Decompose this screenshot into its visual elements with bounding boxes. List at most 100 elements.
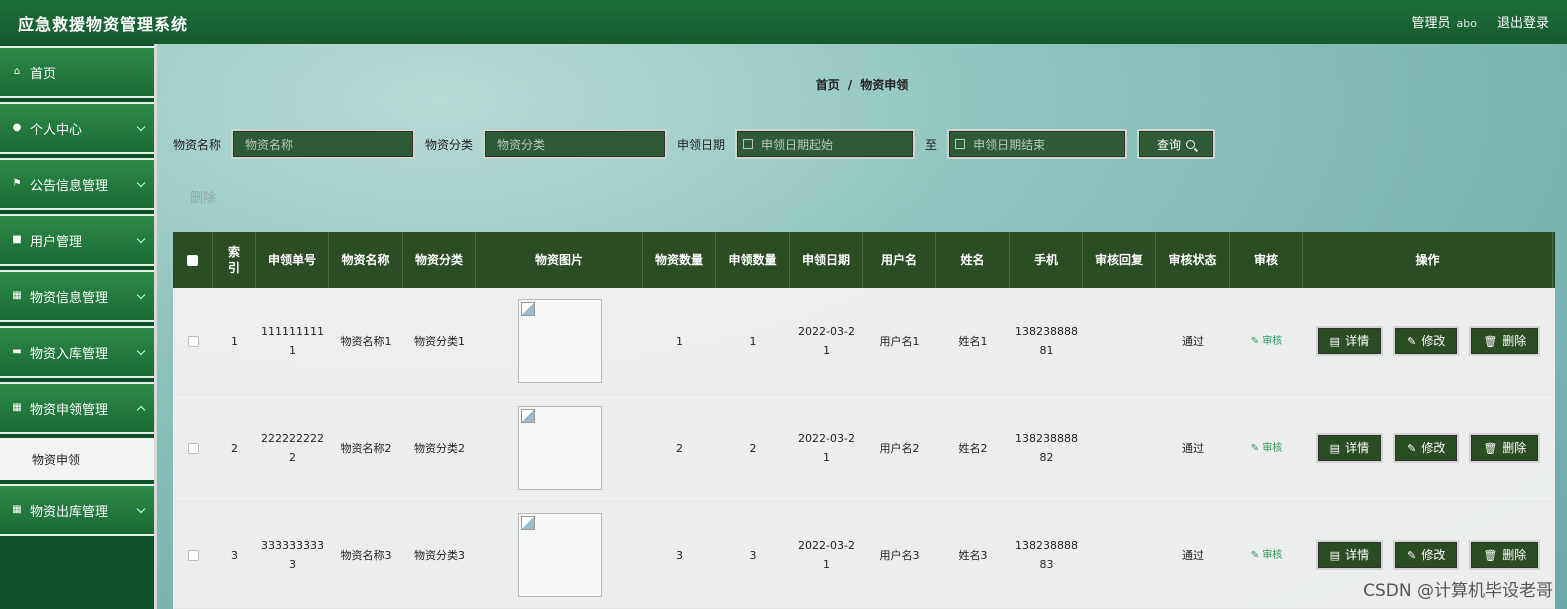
cell-realname: 姓名2 bbox=[958, 441, 988, 455]
cell-phone-1: 138238888 bbox=[1015, 325, 1078, 338]
cell-username: 用户名1 bbox=[879, 334, 920, 348]
detail-button[interactable]: ▤ 详情 bbox=[1315, 540, 1384, 570]
sidebar-item-personal-center[interactable]: ● 个人中心 bbox=[0, 102, 154, 154]
sidebar-item-material-info[interactable]: ▦ 物资信息管理 bbox=[0, 270, 154, 322]
cell-image bbox=[476, 288, 643, 394]
sidebar-item-announcements[interactable]: ⚑ 公告信息管理 bbox=[0, 158, 154, 210]
delete-button[interactable]: 🗑 删除 bbox=[1469, 540, 1541, 570]
pencil-icon: ✎ bbox=[1250, 442, 1263, 454]
delete-label: 删除 bbox=[1502, 440, 1527, 455]
header-index-1: 索 bbox=[227, 245, 240, 259]
pencil-icon: ✎ bbox=[1407, 334, 1417, 348]
detail-label: 详情 bbox=[1345, 547, 1370, 562]
cell-audit: ✎ 审核 bbox=[1230, 288, 1303, 394]
cell-order-no: 333333333 3 bbox=[256, 502, 329, 608]
audit-link[interactable]: ✎ 审核 bbox=[1251, 546, 1283, 565]
delete-button[interactable]: 🗑 删除 bbox=[1469, 433, 1541, 463]
cell-quantity: 1 bbox=[676, 334, 683, 348]
query-button[interactable]: 查询 bbox=[1137, 129, 1216, 159]
cell-category: 物资分类1 bbox=[414, 334, 465, 348]
sidebar-item-label: 物资入库管理 bbox=[30, 346, 109, 362]
cell-req-quantity: 1 bbox=[749, 334, 757, 348]
cell-realname: 姓名3 bbox=[958, 548, 988, 562]
sidebar-item-label: 用户管理 bbox=[30, 234, 83, 250]
pencil-icon: ✎ bbox=[1407, 441, 1417, 455]
category-input[interactable]: 物资分类 bbox=[483, 129, 668, 159]
cell-quantity: 2 bbox=[676, 441, 683, 455]
cell-date: 2022-03-2 1 bbox=[790, 502, 863, 608]
cell-index: 3 bbox=[231, 548, 238, 562]
checkbox[interactable] bbox=[187, 254, 198, 266]
delete-button[interactable]: 🗑 删除 bbox=[1469, 326, 1541, 356]
row-select[interactable] bbox=[173, 288, 213, 394]
cell-username: 用户名2 bbox=[879, 441, 920, 455]
date-start-input[interactable]: 申领日期起始 bbox=[735, 129, 916, 159]
sidebar-item-requisition[interactable]: ▦ 物资申领管理 bbox=[0, 382, 154, 434]
sidebar-item-label: 物资信息管理 bbox=[30, 290, 109, 306]
pencil-icon: ✎ bbox=[1250, 335, 1263, 347]
date-end-input[interactable]: 申领日期结束 bbox=[947, 129, 1128, 159]
sidebar-item-stock-in[interactable]: ▬ 物资入库管理 bbox=[0, 326, 154, 378]
calendar-icon bbox=[743, 139, 754, 149]
search-form: 物资名称 物资名称 物资分类 物资分类 申领日期 申领日期起始 至 申领日期结束… bbox=[173, 129, 1216, 159]
row-select[interactable] bbox=[173, 395, 213, 501]
sidebar-item-label: 物资申领管理 bbox=[30, 402, 109, 418]
name-input[interactable]: 物资名称 bbox=[231, 129, 416, 159]
cell-phone-1: 138238888 bbox=[1015, 539, 1078, 552]
audit-link[interactable]: ✎ 审核 bbox=[1251, 332, 1283, 351]
name-label: 物资名称 bbox=[173, 137, 222, 152]
cell-status: 通过 bbox=[1182, 548, 1204, 562]
header-order-no: 申领单号 bbox=[256, 232, 329, 288]
edit-button[interactable]: ✎ 修改 bbox=[1393, 540, 1460, 570]
audit-label: 审核 bbox=[1262, 442, 1283, 454]
header-category: 物资分类 bbox=[403, 232, 476, 288]
row-select[interactable] bbox=[173, 502, 213, 608]
chevron-down-icon bbox=[136, 178, 146, 188]
breadcrumb: 首页 / 物资申领 bbox=[157, 76, 1567, 93]
cell-req-quantity: 3 bbox=[749, 548, 757, 562]
cell-phone-1: 138238888 bbox=[1015, 432, 1078, 445]
cell-date: 2022-03-2 1 bbox=[790, 288, 863, 394]
cell-phone: 138238888 83 bbox=[1010, 502, 1083, 608]
cell-index: 1 bbox=[231, 334, 238, 348]
app-title: 应急救援物资管理系统 bbox=[18, 15, 189, 34]
checkbox[interactable] bbox=[187, 442, 199, 454]
sidebar-item-home[interactable]: ⌂ 首页 bbox=[0, 46, 154, 98]
sidebar-item-stock-out[interactable]: ▦ 物资出库管理 bbox=[0, 484, 154, 536]
cell-realname: 姓名1 bbox=[958, 334, 988, 348]
edit-button[interactable]: ✎ 修改 bbox=[1393, 433, 1460, 463]
main-content: 首页 / 物资申领 物资名称 物资名称 物资分类 物资分类 申领日期 申领日期起始 … bbox=[157, 44, 1567, 609]
audit-link[interactable]: ✎ 审核 bbox=[1251, 439, 1283, 458]
home-icon: ⌂ bbox=[13, 66, 21, 77]
select-all-checkbox[interactable] bbox=[173, 232, 213, 288]
checkbox[interactable] bbox=[187, 549, 199, 561]
cell-image bbox=[476, 502, 643, 608]
top-bar: 应急救援物资管理系统 管理员 abo 退出登录 bbox=[0, 0, 1567, 44]
logout-link[interactable]: 退出登录 bbox=[1497, 12, 1549, 31]
cell-phone-2: 82 bbox=[1039, 451, 1054, 464]
cell-index: 2 bbox=[231, 441, 238, 455]
header-req-quantity: 申领数量 bbox=[716, 232, 790, 288]
checkbox[interactable] bbox=[187, 335, 199, 347]
document-icon: ▤ bbox=[1329, 334, 1341, 348]
sidebar-subitem-requisition[interactable]: 物资申领 bbox=[0, 438, 154, 480]
breadcrumb-separator: / bbox=[847, 78, 853, 92]
detail-button[interactable]: ▤ 详情 bbox=[1315, 433, 1384, 463]
square-icon: ■ bbox=[12, 234, 22, 245]
detail-label: 详情 bbox=[1345, 440, 1370, 455]
chevron-up-icon bbox=[136, 405, 146, 415]
edit-label: 修改 bbox=[1421, 333, 1446, 348]
edit-button[interactable]: ✎ 修改 bbox=[1393, 326, 1460, 356]
sidebar-item-users[interactable]: ■ 用户管理 bbox=[0, 214, 154, 266]
detail-button[interactable]: ▤ 详情 bbox=[1315, 326, 1384, 356]
chevron-down-icon bbox=[136, 346, 146, 356]
chevron-down-icon bbox=[136, 504, 146, 514]
sidebar-item-label: 公告信息管理 bbox=[30, 178, 109, 194]
bulk-delete-button[interactable]: 删除 bbox=[190, 187, 216, 206]
flag-icon: ⚑ bbox=[12, 178, 22, 189]
audit-label: 审核 bbox=[1262, 549, 1283, 561]
cell-status: 通过 bbox=[1182, 334, 1204, 348]
cell-category: 物资分类2 bbox=[414, 441, 465, 455]
cell-username: 用户名3 bbox=[879, 548, 920, 562]
breadcrumb-home[interactable]: 首页 bbox=[816, 78, 840, 92]
